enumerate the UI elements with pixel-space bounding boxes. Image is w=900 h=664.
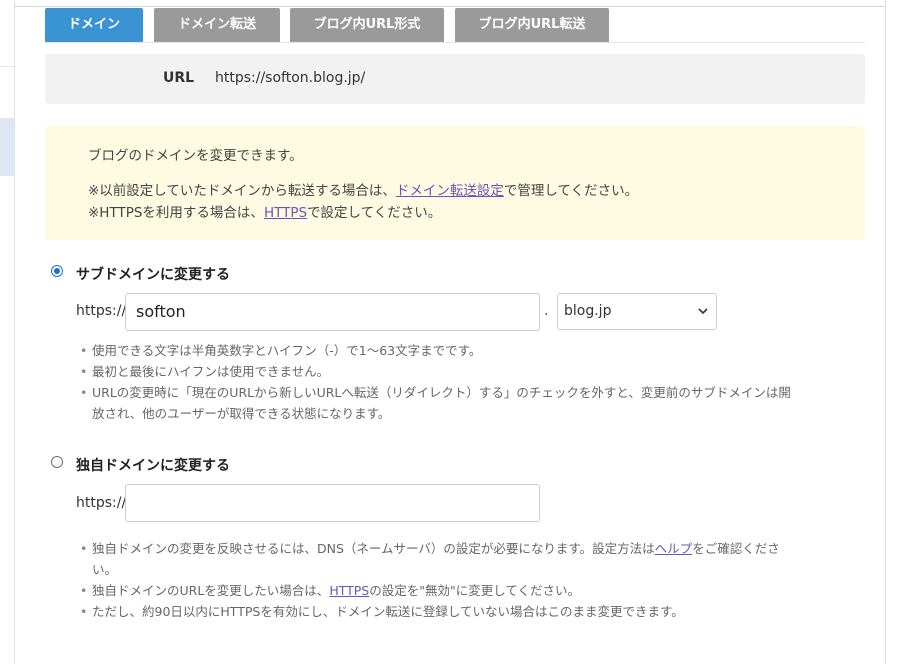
domain-select[interactable]: blog.jp [557,293,717,330]
list-item: 最初と最後にハイフンは使用できません。 [78,361,868,382]
chevron-down-icon [698,308,708,315]
left-sidebar-selected-item[interactable] [0,118,14,176]
current-url-box: URL https://softon.blog.jp/ [45,54,865,104]
tab-domain[interactable]: ドメイン [45,8,143,42]
list-item: 独自ドメインのURLを変更したい場合は、HTTPSの設定を"無効"に変更してくだ… [78,580,868,601]
list-item: ただし、約90日以内にHTTPSを有効にし、ドメイン転送に登録していない場合はこ… [78,601,868,622]
url-label: URL [163,70,195,86]
help-link[interactable]: ヘルプ [655,541,693,556]
custom-domain-input[interactable] [125,484,540,522]
https-link[interactable]: HTTPS [264,205,307,221]
subdomain-notes: 使用できる文字は半角英数字とハイフン（-）で1〜63文字までです。 最初と最後に… [78,340,868,424]
list-item: 独自ドメインの変更を反映させるには、DNS（ネームサーバ）の設定が必要になります… [78,538,868,580]
scrollbar[interactable] [885,0,900,664]
url-value: https://softon.blog.jp/ [215,70,366,86]
subdomain-option-label[interactable]: サブドメインに変更する [76,264,230,284]
domain-select-value: blog.jp [564,303,612,319]
tab-url-format[interactable]: ブログ内URL形式 [290,8,444,42]
domain-forwarding-link[interactable]: ドメイン転送設定 [396,183,504,199]
left-sidebar-divider [0,66,14,67]
custom-domain-notes: 独自ドメインの変更を反映させるには、DNS（ネームサーバ）の設定が必要になります… [78,538,868,622]
list-item: 使用できる文字は半角英数字とハイフン（-）で1〜63文字までです。 [78,340,868,361]
top-divider [14,6,886,7]
left-sidebar [0,0,15,664]
subdomain-prefix: https:// [76,303,127,319]
https-settings-link[interactable]: HTTPS [329,583,369,598]
domain-separator: . [544,303,549,319]
tab-url-forwarding[interactable]: ブログ内URL転送 [455,8,609,42]
list-item: 放され、他のユーザーが取得できる状態になります。 [92,406,391,421]
info-notice: ブログのドメインを変更できます。 ※以前設定していたドメインから転送する場合は、… [45,126,865,240]
subdomain-radio[interactable] [51,265,63,277]
subdomain-input[interactable]: softon [125,293,540,331]
custom-domain-radio[interactable] [51,456,63,468]
custom-domain-prefix: https:// [76,495,127,511]
notice-line-3: ※HTTPSを利用する場合は、HTTPSで設定してください。 [88,205,442,221]
tab-domain-forwarding[interactable]: ドメイン転送 [154,8,280,42]
custom-domain-option-label[interactable]: 独自ドメインに変更する [76,455,230,475]
notice-line-1: ブログのドメインを変更できます。 [88,148,303,164]
list-item: URLの変更時に「現在のURLから新しいURLへ転送（リダイレクト）する」のチェ… [78,382,868,403]
settings-tabs: ドメイン ドメイン転送 ブログ内URL形式 ブログ内URL転送 [45,8,865,43]
notice-line-2: ※以前設定していたドメインから転送する場合は、ドメイン転送設定で管理してください… [88,183,639,199]
